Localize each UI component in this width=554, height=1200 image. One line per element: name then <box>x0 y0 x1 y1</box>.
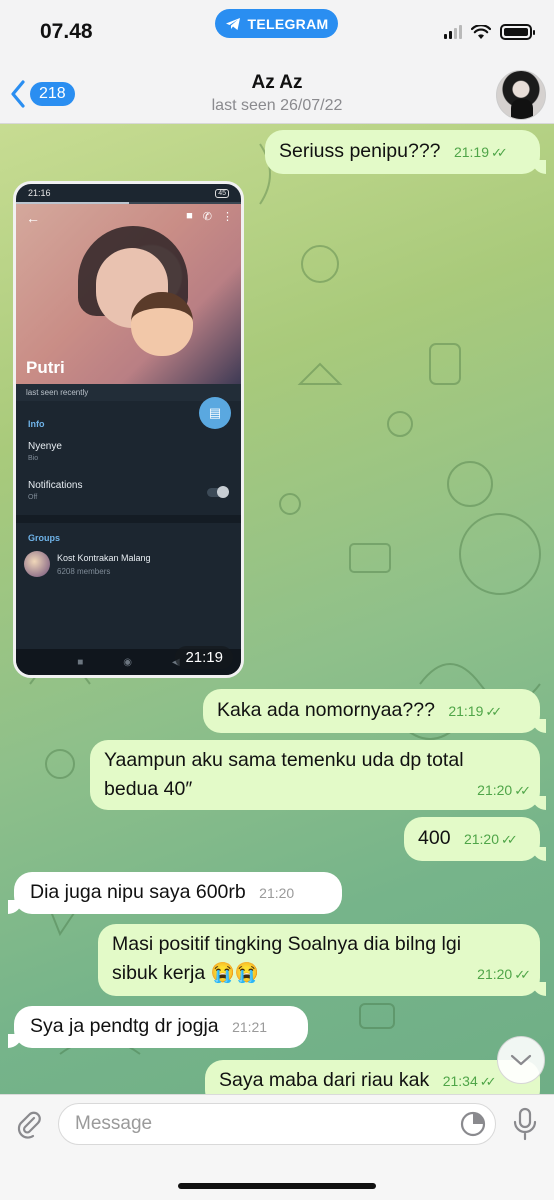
photo-notifications: Notifications <box>28 480 83 491</box>
message-text: 400 <box>418 827 451 849</box>
scroll-down-icon <box>510 1054 532 1066</box>
read-ticks-icon: ✓✓ <box>514 967 531 982</box>
scroll-down-button[interactable] <box>497 1036 545 1084</box>
wifi-icon <box>471 24 491 39</box>
photo-notifications-state: Off <box>28 494 38 501</box>
message-bubble-incoming[interactable]: Dia juga nipu saya 600rb 21:20 <box>8 872 342 914</box>
message-text-line: Masi positif tingking Soalnya dia bilng … <box>112 933 462 955</box>
attach-icon[interactable] <box>14 1109 44 1139</box>
telegram-icon <box>225 17 240 30</box>
message-time: 21:20 <box>259 885 295 901</box>
contact-avatar[interactable] <box>496 70 546 120</box>
top-bar: 07.48 TELEGRAM 218 Az Az last seen 26/07… <box>0 0 554 124</box>
photo-status-bar: 21:16 45 <box>16 184 241 202</box>
photo-group-avatar <box>24 551 50 577</box>
photo-back-arrow-icon: ← <box>26 210 40 226</box>
photo-call-icons: ■ ✆ ⋮ <box>186 210 233 223</box>
photo-status-time: 21:16 <box>28 188 51 198</box>
home-indicator <box>178 1183 376 1189</box>
message-text-line: bedua 40″ <box>104 778 193 800</box>
message-time: 21:34 <box>442 1073 478 1089</box>
message-time: 21:19 <box>453 144 490 160</box>
message-text: Seriuss penipu??? <box>279 140 441 162</box>
message-time: 21:19 <box>448 703 484 719</box>
message-bubble-outgoing[interactable]: 400 21:20 ✓✓ <box>404 817 546 861</box>
chat-title[interactable]: Az Az <box>0 72 554 94</box>
message-bubble-outgoing[interactable]: Masi positif tingking Soalnya dia bilng … <box>98 924 546 996</box>
message-time: 21:20 <box>463 831 500 847</box>
sticker-icon[interactable] <box>460 1111 486 1137</box>
telegram-pill[interactable]: TELEGRAM <box>215 9 338 38</box>
message-time: 21:21 <box>232 1019 268 1035</box>
message-bubble-outgoing[interactable]: Saya maba dari riau kak 21:34 ✓✓ <box>205 1060 540 1094</box>
read-ticks-icon: ✓✓ <box>501 832 518 847</box>
photo-info-header: Info <box>28 419 45 429</box>
message-bubble-outgoing[interactable]: Kaka ada nomornyaa??? 21:19 ✓✓ <box>203 689 546 733</box>
read-ticks-icon: ✓✓ <box>485 704 502 719</box>
photo-status-battery: 45 <box>215 188 229 198</box>
photo-time: 21:19 <box>175 646 233 669</box>
photo-bio-value: Nyenye <box>28 441 62 452</box>
message-bubble-incoming[interactable]: Sya ja pendtg dr jogja 21:21 <box>8 1006 308 1048</box>
photo-toggle-icon <box>207 486 229 498</box>
photo-message-fab-icon: ▤ <box>199 397 231 429</box>
signal-icon <box>444 25 462 39</box>
photo-profile-image: ← ■ ✆ ⋮ Putri <box>16 204 241 384</box>
message-bubble-outgoing[interactable]: Seriuss penipu??? 21:19 ✓✓ <box>265 130 546 174</box>
status-time: 07.48 <box>40 20 93 43</box>
read-ticks-icon: ✓✓ <box>491 145 508 160</box>
telegram-pill-label: TELEGRAM <box>247 15 329 32</box>
message-text: Dia juga nipu saya 600rb <box>30 881 246 903</box>
read-ticks-icon: ✓✓ <box>479 1074 497 1089</box>
system-icons <box>444 24 535 40</box>
read-ticks-icon: ✓✓ <box>514 783 531 798</box>
chat-subtitle: last seen 26/07/22 <box>211 97 343 114</box>
message-input-bar: Message <box>0 1094 554 1200</box>
message-text: Kaka ada nomornyaa??? <box>217 699 435 721</box>
message-input[interactable]: Message <box>58 1103 496 1145</box>
photo-message[interactable]: 21:16 45 ← ■ ✆ ⋮ Putri last seen recently … <box>13 181 244 678</box>
photo-groups-header: Groups <box>28 533 61 543</box>
message-text: Saya maba dari riau kak <box>219 1069 430 1091</box>
message-time: 21:20 <box>477 966 513 982</box>
message-text-line: sibuk kerja 😭😭 <box>112 962 260 984</box>
battery-icon <box>500 24 535 40</box>
photo-group-row: Kost Kontrakan Malang 6208 members <box>16 543 241 585</box>
mic-icon[interactable] <box>512 1107 538 1141</box>
photo-contact-name: Putri <box>26 358 65 377</box>
message-bubble-outgoing[interactable]: Yaampun aku sama temenku uda dp total be… <box>90 740 546 810</box>
message-time: 21:20 <box>477 782 513 798</box>
photo-group-name: Kost Kontrakan Malang <box>57 552 151 563</box>
message-text-line: Yaampun aku sama temenku uda dp total <box>104 749 464 771</box>
photo-group-members: 6208 members <box>57 566 111 576</box>
memoji-sticker <box>131 292 193 356</box>
message-text: Sya ja pendtg dr jogja <box>30 1015 219 1037</box>
photo-bio-label: Bio <box>28 455 39 462</box>
